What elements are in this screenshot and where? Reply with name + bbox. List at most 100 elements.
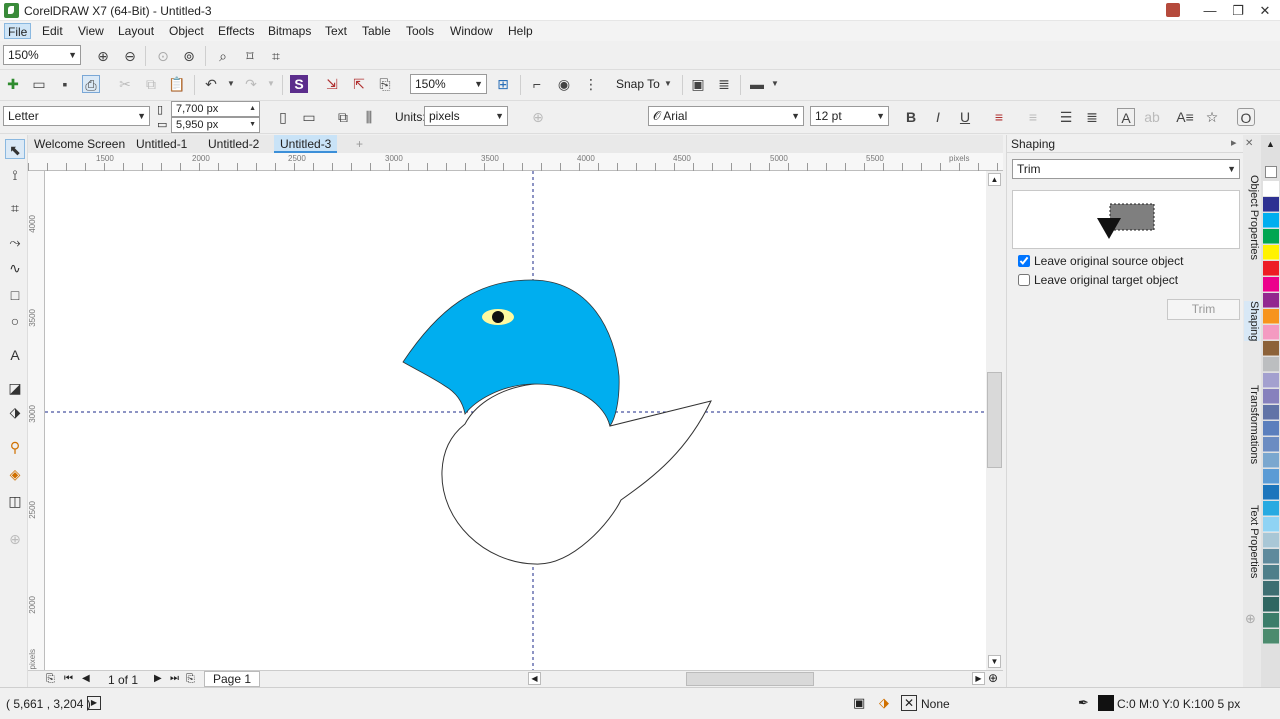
outline-pen-icon[interactable]: ✒ (1078, 695, 1089, 711)
palette-swatch[interactable] (1263, 405, 1279, 420)
cut-icon[interactable]: ✂ (116, 75, 134, 93)
smart-fill-tool-icon[interactable]: ◫ (5, 491, 25, 511)
print-icon[interactable]: ⎙ (82, 75, 100, 93)
redo-dropdown-chevron-icon[interactable]: ▼ (262, 75, 280, 93)
page-height-field[interactable]: 5,950 px ▼ (171, 117, 260, 133)
zoom-selected-icon[interactable]: ⊙ (154, 47, 172, 65)
zoom-tool-icon[interactable]: ⤳ (5, 232, 25, 252)
palette-swatch[interactable] (1263, 245, 1279, 260)
palette-scroll-up-icon[interactable]: ▲ (1266, 139, 1275, 149)
spinner-icon[interactable]: ▲ (249, 102, 256, 116)
menu-help[interactable]: Help (505, 23, 536, 39)
zoom-page-icon[interactable]: ⌕ (214, 47, 232, 65)
bold-icon[interactable]: B (902, 108, 920, 126)
tab-untitled-1[interactable]: Untitled-1 (130, 135, 193, 153)
add-page-before-icon[interactable]: ⎘ (46, 673, 55, 686)
full-screen-preview-icon[interactable]: ⊞ (494, 75, 512, 93)
palette-swatch[interactable] (1263, 325, 1279, 340)
pick-tool-icon[interactable]: ⬉ (5, 139, 25, 159)
palette-swatch[interactable] (1263, 357, 1279, 372)
application-launcher-icon[interactable]: ▬ (748, 75, 766, 93)
page-size-combo[interactable]: Letter ▼ (3, 106, 150, 126)
eyedropper-tool-icon[interactable]: ⚲ (5, 437, 25, 457)
bird-body-shape[interactable] (441, 383, 712, 565)
show-rulers-icon[interactable]: ⌐ (528, 75, 546, 93)
vertical-ruler[interactable]: 4000 3500 3000 2500 2000 pixels (28, 171, 45, 671)
palette-swatch[interactable] (1263, 453, 1279, 468)
leave-source-option[interactable]: Leave original source object (1018, 254, 1183, 268)
new-document-icon[interactable]: ✚ (4, 75, 22, 93)
palette-swatch[interactable] (1263, 533, 1279, 548)
palette-swatch[interactable] (1263, 613, 1279, 628)
palette-swatch[interactable] (1263, 197, 1279, 212)
palette-swatch[interactable] (1263, 629, 1279, 644)
spinner-icon[interactable]: ▼ (249, 118, 256, 132)
zoom-level-combo[interactable]: 150% ▼ (3, 45, 81, 65)
freehand-tool-icon[interactable]: ∿ (5, 258, 25, 278)
zoom-level-combo-standard[interactable]: 150% ▼ (410, 74, 487, 94)
publish-to-pdf-icon[interactable]: ⎘ (376, 75, 394, 93)
palette-swatch[interactable] (1263, 421, 1279, 436)
horizontal-text-icon[interactable]: A≡ (1176, 108, 1194, 126)
object-icon[interactable]: O (1237, 108, 1255, 126)
shape-tool-icon[interactable]: ⟟ (5, 165, 25, 185)
menu-object[interactable]: Object (166, 23, 207, 39)
menu-table[interactable]: Table (359, 23, 394, 39)
landscape-icon[interactable]: ▭ (300, 108, 318, 126)
tab-welcome-screen[interactable]: Welcome Screen (28, 135, 131, 153)
menu-edit[interactable]: Edit (39, 23, 66, 39)
menu-effects[interactable]: Effects (215, 23, 257, 39)
drop-cap-icon[interactable]: ≣ (1083, 108, 1101, 126)
horizontal-ruler[interactable]: 1500 2000 2500 3000 3500 4000 4500 5000 … (28, 153, 1003, 171)
scroll-left-icon[interactable]: ◀ (528, 672, 541, 685)
launcher-chevron-icon[interactable]: ▼ (766, 75, 784, 93)
snap-to-label[interactable]: Snap To (616, 77, 660, 91)
restore-button[interactable]: ❐ (1223, 0, 1253, 21)
paste-icon[interactable]: 📋 (168, 75, 186, 93)
snap-to-chevron-icon[interactable]: ▼ (659, 75, 677, 93)
italic-icon[interactable]: I (929, 108, 947, 126)
palette-swatch[interactable] (1263, 565, 1279, 580)
options-icon[interactable]: ≣ (715, 75, 733, 93)
horizontal-scroll-thumb[interactable] (686, 672, 814, 686)
palette-swatch[interactable] (1263, 293, 1279, 308)
scroll-up-icon[interactable]: ▲ (988, 173, 1001, 186)
save-icon[interactable]: ▪ (56, 75, 74, 93)
trim-button[interactable]: Trim (1167, 299, 1240, 320)
palette-swatch[interactable] (1263, 341, 1279, 356)
current-page-icon[interactable]: ⫼ (360, 108, 378, 126)
palette-swatch[interactable] (1263, 213, 1279, 228)
zoom-page-width-icon[interactable]: ⌑ (241, 47, 259, 65)
underline-icon[interactable]: U (956, 108, 974, 126)
scroll-right-icon[interactable]: ▶ (972, 672, 985, 685)
menu-tools[interactable]: Tools (403, 23, 437, 39)
edit-text-icon[interactable]: ab (1143, 108, 1161, 126)
show-guidelines-icon[interactable]: ⋮ (582, 75, 600, 93)
minimize-button[interactable]: — (1195, 0, 1225, 21)
add-tool-icon[interactable]: ⊕ (5, 529, 25, 549)
portrait-icon[interactable]: ▯ (274, 108, 292, 126)
palette-swatch[interactable] (1263, 517, 1279, 532)
redo-icon[interactable]: ↷ (242, 75, 260, 93)
text-tool-icon[interactable]: A (5, 345, 25, 365)
coreldraw-app-icon[interactable] (4, 3, 19, 18)
palette-swatch[interactable] (1263, 389, 1279, 404)
no-fill-icon[interactable]: ✕ (901, 695, 917, 711)
add-icon[interactable]: ⊕ (529, 108, 547, 126)
font-family-combo[interactable]: 𝒪 Arial ▼ (648, 106, 804, 126)
bullet-list-disabled-icon[interactable]: ≡ (1024, 108, 1042, 126)
no-color-swatch[interactable] (1265, 166, 1277, 178)
text-properties-icon[interactable]: A (1117, 108, 1135, 126)
next-page-icon[interactable]: ▶ (154, 673, 162, 684)
text-alignment-icon[interactable]: ≡ (990, 108, 1008, 126)
drawing-canvas[interactable] (45, 171, 986, 671)
rectangle-tool-icon[interactable]: □ (5, 285, 25, 305)
user-account-icon[interactable] (1166, 3, 1180, 17)
tab-untitled-2[interactable]: Untitled-2 (202, 135, 265, 153)
tab-untitled-3[interactable]: Untitled-3 (274, 135, 338, 153)
menu-window[interactable]: Window (447, 23, 496, 39)
menu-file[interactable]: File (4, 23, 32, 39)
menu-bitmaps[interactable]: Bitmaps (265, 23, 314, 39)
palette-swatch[interactable] (1263, 277, 1279, 292)
palette-swatch[interactable] (1263, 597, 1279, 612)
